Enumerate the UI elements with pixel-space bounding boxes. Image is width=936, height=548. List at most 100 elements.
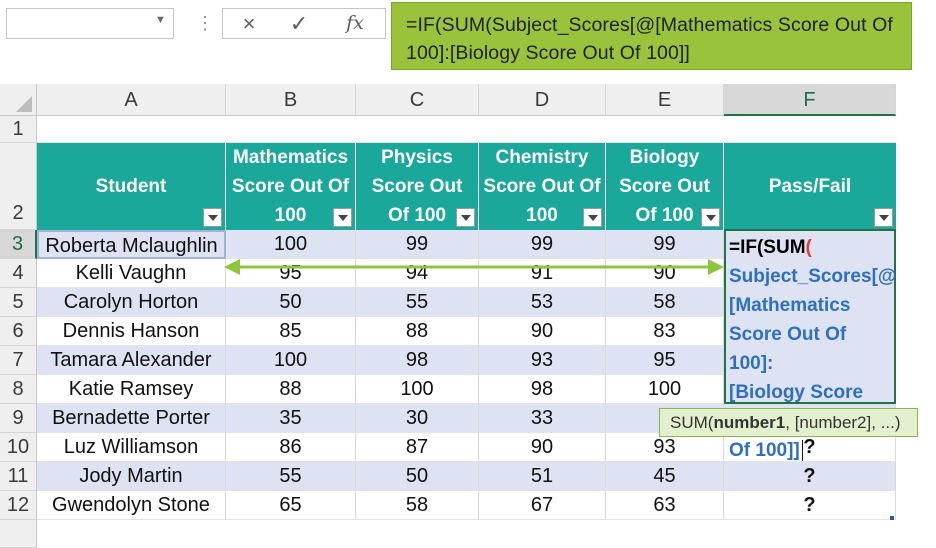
double-arrow-icon [224,259,724,275]
biology-score-cell[interactable]: 63 [606,491,724,520]
row-header-8[interactable]: 8 [0,375,37,404]
row-header-1[interactable]: 1 [0,116,37,143]
row-header-13[interactable] [0,520,37,548]
chemistry-score-cell[interactable]: 67 [479,491,606,520]
student-cell[interactable]: Tamara Alexander [37,346,226,375]
math-score-cell[interactable]: 50 [226,288,356,317]
edit-line: Subject_Scores[@ [729,266,897,287]
pass-fail-cell[interactable]: ? [724,462,896,491]
student-cell[interactable]: Bernadette Porter [37,404,226,433]
math-score-cell[interactable]: 100 [226,346,356,375]
row-header-2[interactable]: 2 [0,143,37,230]
student-cell[interactable]: Carolyn Horton [37,288,226,317]
column-header-f[interactable]: F [724,84,896,116]
student-cell[interactable]: Kelli Vaughn [37,259,226,288]
student-cell[interactable]: Katie Ramsey [37,375,226,404]
header-line: Score Out Of [483,176,601,197]
row-13[interactable] [37,520,936,548]
insert-function-icon[interactable]: fx [335,9,375,38]
row-header-10[interactable]: 10 [0,433,37,462]
physics-score-cell[interactable]: 30 [356,404,479,433]
cancel-icon[interactable]: × [231,9,267,38]
row-header-4[interactable]: 4 [0,259,37,288]
row-header-9[interactable]: 9 [0,404,37,433]
filter-dropdown-icon[interactable] [701,208,720,227]
math-score-cell[interactable]: 88 [226,375,356,404]
filter-dropdown-icon[interactable] [583,208,602,227]
student-cell[interactable]: Jody Martin [37,462,226,491]
pass-fail-cell[interactable]: ? [724,491,896,520]
row-header-3[interactable]: 3 [0,230,37,259]
chemistry-score-cell[interactable]: 93 [479,346,606,375]
row-header-6[interactable]: 6 [0,317,37,346]
row-header-11[interactable]: 11 [0,462,37,491]
physics-score-cell[interactable]: 88 [356,317,479,346]
edit-line: =IF(SUM( [729,233,894,262]
enter-icon[interactable]: ✓ [281,9,317,38]
column-header-a[interactable]: A [37,84,226,116]
table-header-physics[interactable]: Physics Score Out Of 100 [356,143,479,230]
chemistry-score-cell[interactable]: 90 [479,433,606,462]
biology-score-cell[interactable]: 93 [606,433,724,462]
math-score-cell[interactable]: 65 [226,491,356,520]
chemistry-score-cell[interactable]: 51 [479,462,606,491]
biology-score-cell[interactable]: 83 [606,317,724,346]
table-header-chemistry[interactable]: Chemistry Score Out Of 100 [479,143,606,230]
student-cell[interactable]: Dennis Hanson [37,317,226,346]
biology-score-cell[interactable]: 58 [606,288,724,317]
function-tooltip[interactable]: SUM(number1, [number2], ...) [659,408,918,437]
student-cell[interactable]: Gwendolyn Stone [37,491,226,520]
row-header-12[interactable]: 12 [0,491,37,520]
edit-line: Of 100]] [729,436,894,465]
drag-handle-icon[interactable]: ⋮ [196,8,214,39]
physics-score-cell[interactable]: 50 [356,462,479,491]
math-score-cell[interactable]: 85 [226,317,356,346]
header-line: Score Out Of [231,176,350,197]
biology-score-cell[interactable]: 45 [606,462,724,491]
edit-paren: ( [805,237,812,258]
chemistry-score-cell[interactable]: 53 [479,288,606,317]
physics-score-cell[interactable]: 55 [356,288,479,317]
row-header-7[interactable]: 7 [0,346,37,375]
formula-line-1: =IF(SUM(Subject_Scores[@[Mathematics Sco… [406,14,893,36]
header-label: Pass/Fail [768,176,852,197]
filter-dropdown-icon[interactable] [456,208,475,227]
table-header-student[interactable]: Student [37,143,226,230]
chemistry-score-cell[interactable]: 90 [479,317,606,346]
header-line: Biology [629,147,700,168]
student-cell[interactable]: Luz Williamson [37,433,226,462]
physics-score-cell[interactable]: 87 [356,433,479,462]
physics-score-cell[interactable]: 58 [356,491,479,520]
column-header-b[interactable]: B [226,84,356,116]
row-1[interactable] [37,116,896,143]
text-cursor [801,440,809,461]
formula-input[interactable]: =IF(SUM(Subject_Scores[@[Mathematics Sco… [391,2,912,70]
math-score-cell[interactable]: 55 [226,462,356,491]
column-header-e[interactable]: E [606,84,724,116]
biology-score-cell[interactable]: 95 [606,346,724,375]
tooltip-arg-number1[interactable]: number1 [713,413,785,432]
name-box[interactable] [6,8,174,39]
chemistry-score-cell[interactable]: 33 [479,404,606,433]
select-all-corner[interactable] [0,84,37,116]
chemistry-score-cell[interactable]: 98 [479,375,606,404]
tooltip-args: , [number2], ...) [785,413,901,432]
column-header-d[interactable]: D [479,84,606,116]
name-box-dropdown-icon[interactable]: ▼ [155,14,166,26]
table-header-pass-fail[interactable]: Pass/Fail [724,143,896,230]
filter-dropdown-icon[interactable] [874,208,893,227]
active-cell-editor[interactable]: =IF(SUM( Subject_Scores[@ [Mathematics S… [724,229,897,461]
math-score-cell[interactable]: 35 [226,404,356,433]
filter-dropdown-icon[interactable] [203,208,222,227]
physics-score-cell[interactable]: 98 [356,346,479,375]
biology-score-cell[interactable]: 100 [606,375,724,404]
table-header-math[interactable]: Mathematics Score Out Of 100 [226,143,356,230]
physics-score-cell[interactable]: 100 [356,375,479,404]
table-header-biology[interactable]: Biology Score Out Of 100 [606,143,724,230]
filter-dropdown-icon[interactable] [333,208,352,227]
student-cell[interactable]: Roberta Mclaughlin [37,230,226,259]
row-header-5[interactable]: 5 [0,288,37,317]
math-score-cell[interactable]: 86 [226,433,356,462]
column-header-c[interactable]: C [356,84,479,116]
table-resize-handle[interactable] [886,512,894,520]
